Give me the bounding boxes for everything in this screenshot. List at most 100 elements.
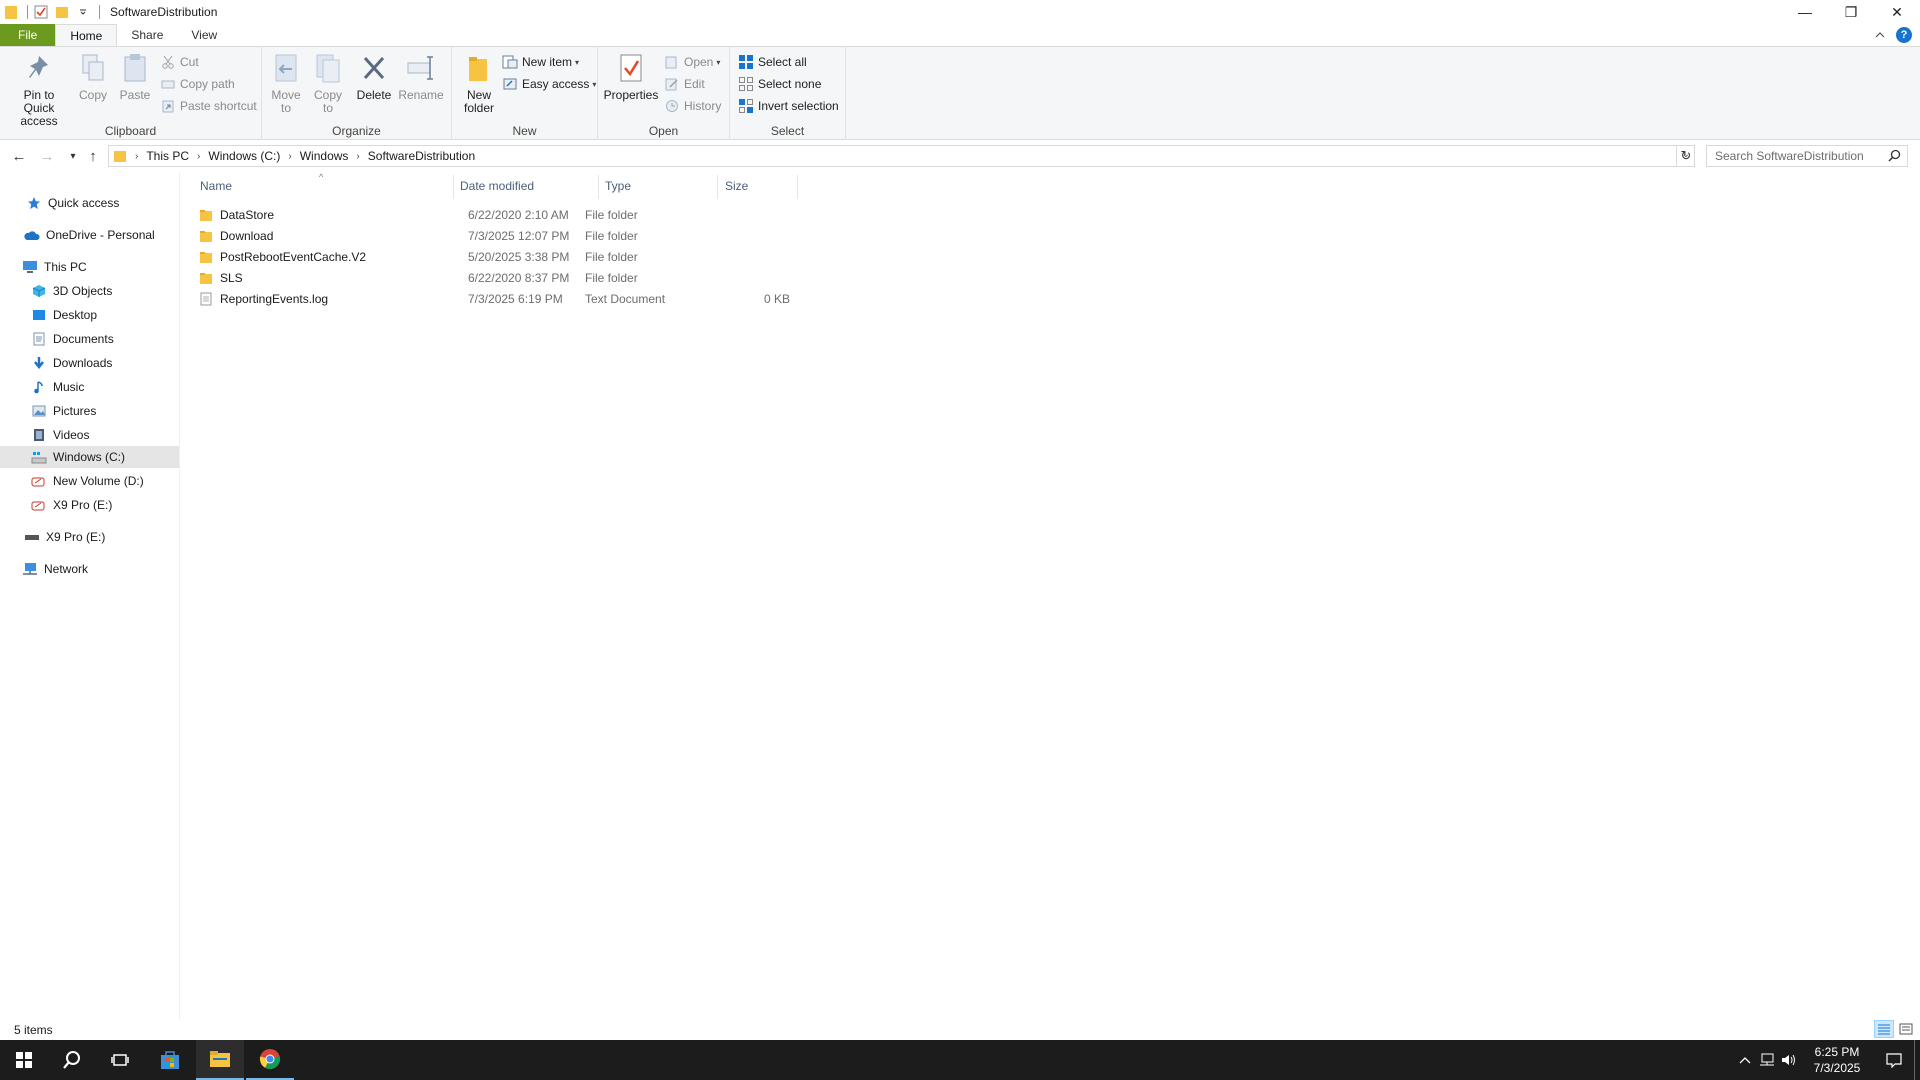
- task-view-icon[interactable]: [96, 1040, 144, 1080]
- new-item-button[interactable]: New item ▾: [502, 53, 579, 71]
- sidebar-item-x9-pro-e-root[interactable]: X9 Pro (E:): [0, 526, 179, 548]
- sidebar-item-x9-pro-e[interactable]: X9 Pro (E:): [0, 494, 179, 516]
- sidebar-item-quick-access[interactable]: Quick access: [0, 192, 179, 214]
- breadcrumb-separator-icon[interactable]: ›: [135, 151, 138, 162]
- easy-access-button[interactable]: Easy access ▾: [502, 75, 596, 93]
- breadcrumb-this-pc[interactable]: This PC: [146, 149, 189, 163]
- refresh-icon[interactable]: ↻: [1676, 145, 1695, 167]
- sidebar-item-videos[interactable]: Videos: [0, 424, 179, 446]
- details-view-icon[interactable]: [1874, 1020, 1894, 1038]
- show-hidden-icons-chevron-icon[interactable]: [1734, 1040, 1756, 1080]
- sidebar-item-windows-c[interactable]: Windows (C:): [0, 446, 179, 468]
- column-header-date-modified[interactable]: Date modified: [460, 172, 590, 200]
- sidebar-item-label: Music: [53, 380, 85, 394]
- table-row[interactable]: SLS 6/22/2020 8:37 PM File folder: [198, 267, 990, 288]
- tab-file[interactable]: File: [0, 24, 56, 46]
- sidebar-item-label: 3D Objects: [53, 284, 113, 298]
- column-divider[interactable]: [598, 175, 599, 199]
- table-row[interactable]: ReportingEvents.log 7/3/2025 6:19 PM Tex…: [198, 288, 990, 309]
- copy-to-button[interactable]: Copy to: [310, 51, 346, 115]
- divider: [27, 5, 28, 19]
- network-status-icon[interactable]: [1756, 1040, 1778, 1080]
- sidebar-item-documents[interactable]: Documents: [0, 328, 179, 350]
- file-type: File folder: [585, 249, 638, 264]
- tab-share[interactable]: Share: [117, 24, 177, 46]
- breadcrumb-windows[interactable]: Windows: [300, 149, 349, 163]
- select-all-button[interactable]: Select all: [738, 53, 807, 71]
- search-icon[interactable]: [1888, 149, 1901, 165]
- customize-qat-chevron-icon[interactable]: [74, 3, 92, 21]
- desktop-icon: [31, 307, 47, 323]
- pin-to-quick-access-button[interactable]: Pin to Quick access: [4, 51, 74, 128]
- pin-label: Pin to Quick access: [20, 88, 58, 128]
- paste-clipboard-icon: [118, 51, 152, 85]
- recent-locations-chevron-icon[interactable]: ▾: [64, 146, 82, 166]
- show-desktop-button[interactable]: [1914, 1040, 1920, 1080]
- breadcrumb-separator-icon[interactable]: ›: [288, 151, 291, 162]
- forward-arrow-icon[interactable]: →: [38, 146, 56, 166]
- paste-button[interactable]: Paste: [118, 51, 152, 102]
- minimize-button[interactable]: —: [1782, 0, 1828, 24]
- collapse-ribbon-chevron-icon[interactable]: [1874, 30, 1886, 40]
- table-row[interactable]: DataStore 6/22/2020 2:10 AM File folder: [198, 204, 990, 225]
- history-button[interactable]: History: [664, 97, 721, 115]
- table-row[interactable]: Download 7/3/2025 12:07 PM File folder: [198, 225, 990, 246]
- column-header-name[interactable]: Name: [200, 172, 460, 200]
- paste-shortcut-button[interactable]: Paste shortcut: [160, 97, 257, 115]
- cut-button[interactable]: Cut: [160, 53, 199, 71]
- paste-shortcut-label: Paste shortcut: [180, 99, 257, 113]
- column-header-type[interactable]: Type: [605, 172, 705, 200]
- up-arrow-icon[interactable]: ↑: [84, 146, 102, 166]
- clock[interactable]: 6:25 PM 7/3/2025: [1800, 1044, 1874, 1076]
- properties-button[interactable]: Properties: [604, 51, 658, 102]
- volume-speaker-icon[interactable]: [1778, 1040, 1800, 1080]
- select-none-button[interactable]: Select none: [738, 75, 821, 93]
- help-icon[interactable]: ?: [1896, 27, 1912, 43]
- close-button[interactable]: ✕: [1874, 0, 1920, 24]
- tab-view[interactable]: View: [177, 24, 231, 46]
- sidebar-item-new-volume-d[interactable]: New Volume (D:): [0, 470, 179, 492]
- rename-button[interactable]: Rename: [398, 51, 444, 102]
- column-divider[interactable]: [717, 175, 718, 199]
- chrome-icon[interactable]: [246, 1040, 294, 1080]
- column-divider[interactable]: [453, 175, 454, 199]
- copy-button[interactable]: Copy: [76, 51, 110, 102]
- breadcrumb-softwaredistribution[interactable]: SoftwareDistribution: [368, 149, 475, 163]
- column-divider[interactable]: [797, 175, 798, 199]
- open-button[interactable]: Open ▾: [664, 53, 720, 71]
- restore-button[interactable]: ❐: [1828, 0, 1874, 24]
- file-explorer-icon[interactable]: [196, 1040, 244, 1080]
- microsoft-store-icon[interactable]: [146, 1040, 194, 1080]
- search-icon[interactable]: [48, 1040, 96, 1080]
- edit-button[interactable]: Edit: [664, 75, 705, 93]
- breadcrumb-separator-icon[interactable]: ›: [356, 151, 359, 162]
- delete-button[interactable]: Delete: [354, 51, 394, 102]
- table-row[interactable]: PostRebootEventCache.V2 5/20/2025 3:38 P…: [198, 246, 990, 267]
- start-windows-icon[interactable]: [0, 1040, 48, 1080]
- search-box[interactable]: Search SoftwareDistribution: [1706, 145, 1908, 167]
- sidebar-item-onedrive[interactable]: OneDrive - Personal: [0, 224, 179, 246]
- new-folder-icon[interactable]: [53, 3, 71, 21]
- sidebar-item-this-pc[interactable]: This PC: [0, 256, 179, 278]
- address-bar[interactable]: › This PC › Windows (C:) › Windows › Sof…: [108, 145, 1695, 167]
- sidebar-item-desktop[interactable]: Desktop: [0, 304, 179, 326]
- breadcrumb-separator-icon[interactable]: ›: [197, 151, 200, 162]
- breadcrumb-windows-c[interactable]: Windows (C:): [208, 149, 280, 163]
- sidebar-item-music[interactable]: Music: [0, 376, 179, 398]
- sidebar-item-network[interactable]: Network: [0, 558, 179, 580]
- invert-selection-button[interactable]: Invert selection: [738, 97, 839, 115]
- move-to-button[interactable]: Move to: [268, 51, 304, 115]
- taskbar: 6:25 PM 7/3/2025: [0, 1040, 1920, 1080]
- copy-path-button[interactable]: Copy path: [160, 75, 235, 93]
- properties-check-icon[interactable]: [32, 3, 50, 21]
- tab-home[interactable]: Home: [55, 24, 118, 46]
- large-icons-view-icon[interactable]: [1896, 1020, 1916, 1038]
- sidebar-item-downloads[interactable]: Downloads: [0, 352, 179, 374]
- back-arrow-icon[interactable]: ←: [10, 146, 28, 166]
- new-folder-button[interactable]: New folder: [456, 51, 502, 115]
- notification-center-icon[interactable]: [1874, 1040, 1914, 1080]
- sidebar-item-label: New Volume (D:): [53, 474, 144, 488]
- sidebar-item-3d-objects[interactable]: 3D Objects: [0, 280, 179, 302]
- column-header-size[interactable]: Size: [725, 172, 795, 200]
- sidebar-item-pictures[interactable]: Pictures: [0, 400, 179, 422]
